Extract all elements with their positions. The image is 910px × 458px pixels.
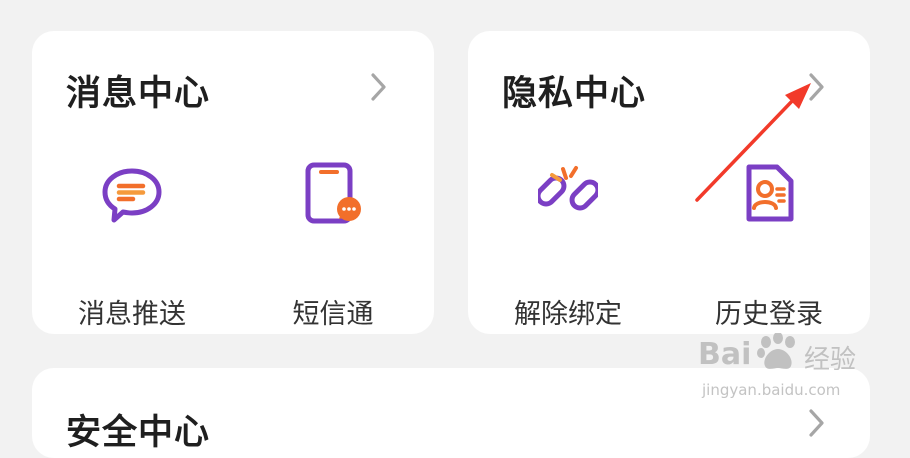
phone-message-icon xyxy=(305,162,361,224)
message-center-card: 消息中心 消息推送 短信通 xyxy=(32,31,434,334)
watermark-brand-left: Bai xyxy=(698,337,752,372)
chat-bubble-icon xyxy=(102,168,162,223)
unbind-item[interactable]: 解除绑定 xyxy=(493,161,643,331)
security-center-chevron-right-icon[interactable] xyxy=(804,408,828,438)
message-push-label: 消息推送 xyxy=(78,299,186,330)
message-center-chevron-right-icon[interactable] xyxy=(366,72,390,102)
privacy-center-title: 隐私中心 xyxy=(502,74,647,114)
privacy-center-card: 隐私中心 解除绑定 历史登录 xyxy=(468,31,870,334)
privacy-center-chevron-right-icon[interactable] xyxy=(804,72,828,102)
security-center-card: 安全中心 xyxy=(32,368,870,458)
login-history-item[interactable]: 历史登录 xyxy=(694,161,844,331)
login-history-label: 历史登录 xyxy=(715,299,823,330)
sms-item[interactable]: 短信通 xyxy=(258,161,408,331)
sms-label: 短信通 xyxy=(292,299,374,330)
user-document-icon xyxy=(746,164,794,222)
message-push-item[interactable]: 消息推送 xyxy=(57,161,207,331)
security-center-title: 安全中心 xyxy=(66,413,211,453)
unbind-label: 解除绑定 xyxy=(514,299,622,330)
broken-link-icon xyxy=(538,166,598,211)
paw-logo-icon xyxy=(757,333,795,369)
message-center-title: 消息中心 xyxy=(66,74,211,114)
